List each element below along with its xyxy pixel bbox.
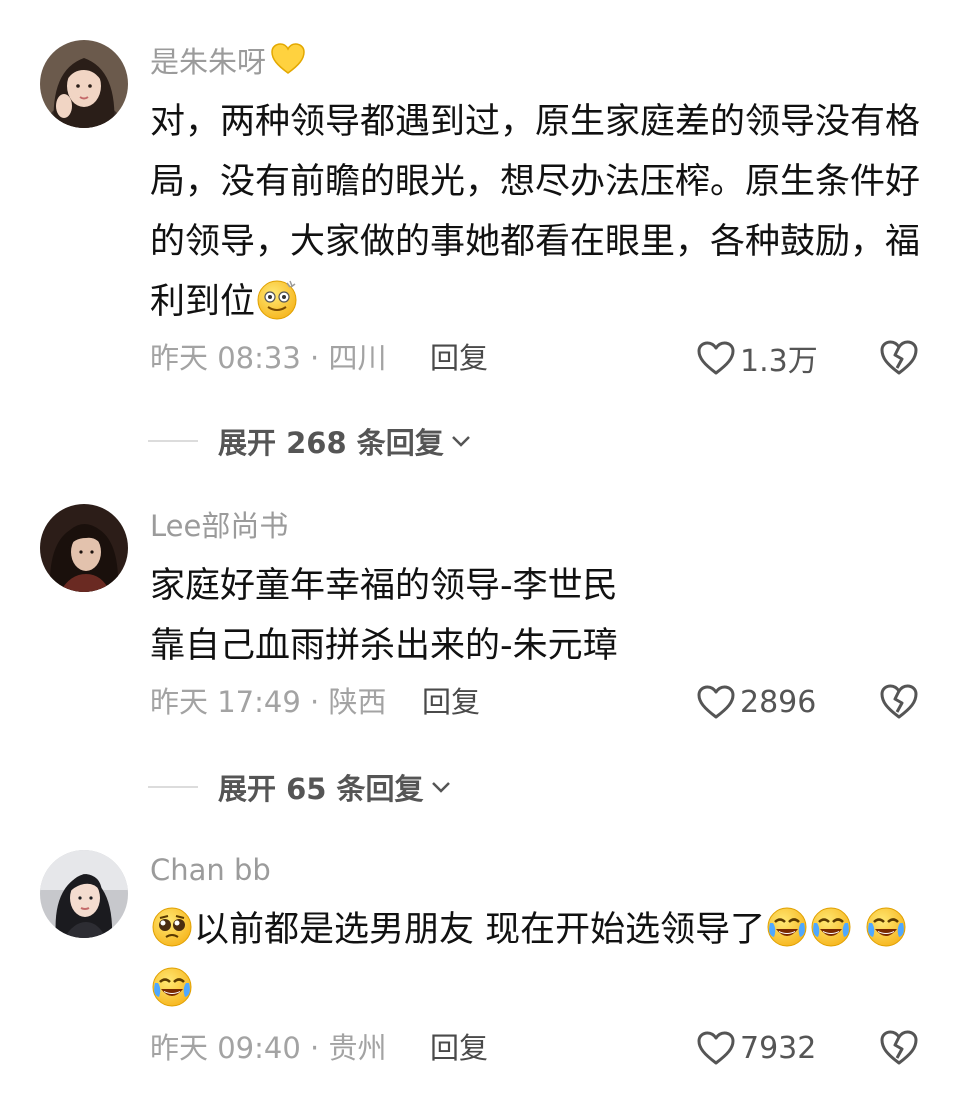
username[interactable]: Chan bb xyxy=(150,850,271,890)
heart-outline-icon xyxy=(696,684,736,720)
expand-replies-label: 展开 65 条回复 xyxy=(218,772,424,806)
crying-laughing-emoji-icon xyxy=(864,905,908,949)
username[interactable]: 是朱朱呀 xyxy=(150,42,306,82)
like-button[interactable]: 2896 xyxy=(696,680,816,724)
chevron-down-icon xyxy=(451,436,470,447)
dizzy-face-emoji-icon xyxy=(255,277,299,321)
comment-text: 家庭好童年幸福的领导-李世民 靠自己血雨拼杀出来的-朱元璋 xyxy=(150,556,930,676)
username-text: 是朱朱呀 xyxy=(150,45,267,79)
divider xyxy=(148,786,198,788)
like-button[interactable]: 7932 xyxy=(696,1026,816,1070)
crying-laughing-emoji-icon xyxy=(765,905,809,949)
comment-line: 靠自己血雨拼杀出来的-朱元璋 xyxy=(150,626,618,666)
broken-heart-icon[interactable] xyxy=(878,1028,920,1066)
avatar[interactable] xyxy=(40,850,128,938)
reply-button[interactable]: 回复 xyxy=(430,338,488,378)
broken-heart-icon[interactable] xyxy=(878,338,920,376)
reply-button[interactable]: 回复 xyxy=(430,1028,488,1068)
comment-meta: 昨天 09:40 · 贵州 xyxy=(150,1031,387,1065)
like-count: 7932 xyxy=(740,1030,817,1066)
divider xyxy=(148,440,198,442)
like-count: 2896 xyxy=(740,684,817,720)
like-count: 1.3万 xyxy=(740,344,818,379)
avatar[interactable] xyxy=(40,504,128,592)
expand-replies-button[interactable]: 展开 268 条回复 xyxy=(148,420,472,462)
comment-text: 对，两种领导都遇到过，原生家庭差的领导没有格局，没有前瞻的眼光，想尽办法压榨。原… xyxy=(150,92,930,332)
crying-laughing-emoji-icon xyxy=(809,905,853,949)
heart-outline-icon xyxy=(696,1030,736,1066)
comment-body: 以前都是选男朋友 现在开始选领导了 xyxy=(194,910,766,950)
yellow-heart-icon xyxy=(271,43,305,74)
pleading-face-emoji-icon xyxy=(150,905,194,949)
expand-replies-button[interactable]: 展开 65 条回复 xyxy=(148,766,452,808)
comment-meta: 昨天 17:49 · 陕西 xyxy=(150,685,387,719)
chevron-down-icon xyxy=(431,782,450,793)
heart-outline-icon xyxy=(696,340,736,376)
comment-meta: 昨天 08:33 · 四川 xyxy=(150,341,387,375)
comment-line: 家庭好童年幸福的领导-李世民 xyxy=(150,566,618,606)
comment-text: 以前都是选男朋友 现在开始选领导了 xyxy=(150,900,930,1020)
username[interactable]: Lee部尚书 xyxy=(150,506,288,546)
like-button[interactable]: 1.3万 xyxy=(696,336,818,380)
expand-replies-label: 展开 268 条回复 xyxy=(218,426,444,460)
reply-button[interactable]: 回复 xyxy=(422,682,480,722)
avatar[interactable] xyxy=(40,40,128,128)
broken-heart-icon[interactable] xyxy=(878,682,920,720)
crying-laughing-emoji-icon xyxy=(150,965,194,1009)
